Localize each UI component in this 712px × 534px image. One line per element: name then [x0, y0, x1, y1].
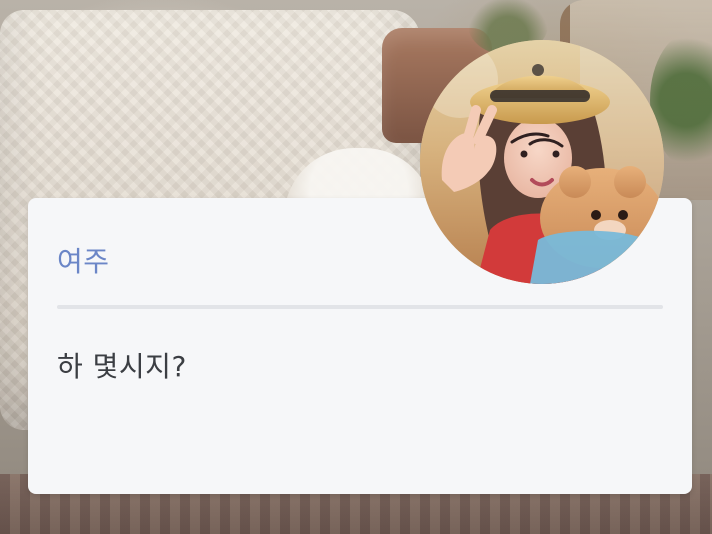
dialog-divider [57, 305, 663, 309]
avatar-illustration [420, 40, 664, 284]
speaker-avatar [420, 40, 664, 284]
speaker-name: 여주 [57, 245, 110, 278]
dialog-message: 하 몇시지? [57, 350, 187, 383]
